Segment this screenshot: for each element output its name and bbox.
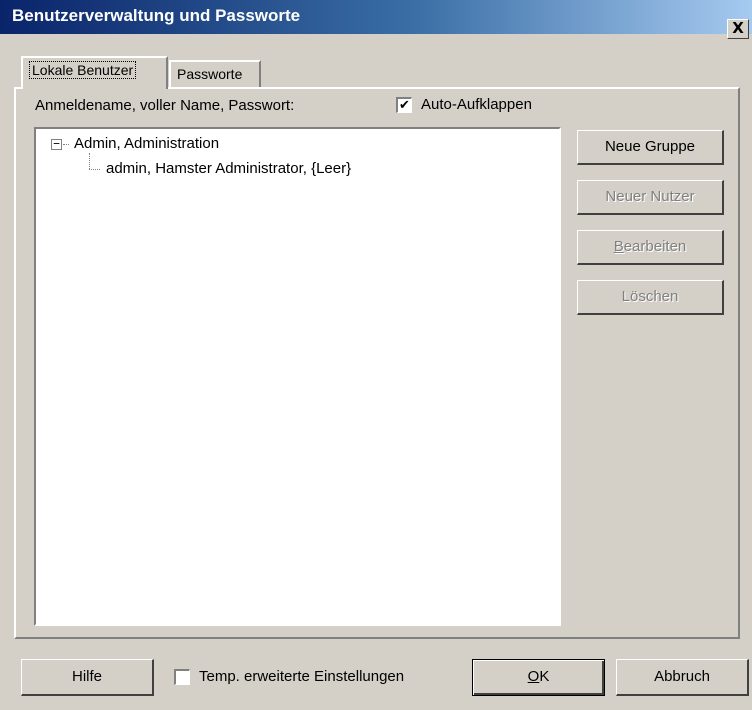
ok-button[interactable]: OK bbox=[472, 659, 605, 696]
tree-node-user[interactable]: admin, Hamster Administrator, {Leer} bbox=[106, 160, 351, 177]
temp-settings-checkbox[interactable] bbox=[174, 669, 190, 685]
cancel-button[interactable]: Abbruch bbox=[616, 659, 749, 696]
tree-node-group[interactable]: Admin, Administration bbox=[74, 135, 219, 152]
ok-mnemonic: O bbox=[527, 668, 540, 685]
delete-button[interactable]: Löschen bbox=[577, 280, 724, 315]
tree-connector bbox=[89, 153, 90, 169]
column-label: Anmeldename, voller Name, Passwort: bbox=[35, 97, 295, 114]
close-button[interactable]: X bbox=[727, 19, 749, 39]
tree-connector bbox=[63, 144, 69, 145]
help-button[interactable]: Hilfe bbox=[21, 659, 154, 696]
ok-label: K bbox=[539, 668, 550, 685]
title-bar: Benutzerverwaltung und Passworte bbox=[0, 0, 752, 34]
edit-button[interactable]: Bearbeiten bbox=[577, 230, 724, 265]
tab-passworte-label: Passworte bbox=[177, 66, 243, 82]
user-tree[interactable] bbox=[34, 127, 561, 626]
auto-expand-checkbox[interactable]: ✔ bbox=[396, 97, 412, 113]
collapse-icon[interactable]: − bbox=[51, 137, 62, 150]
tree-connector bbox=[89, 169, 100, 170]
new-group-button[interactable]: Neue Gruppe bbox=[577, 130, 724, 165]
edit-label: earbeiten bbox=[623, 238, 687, 255]
tab-lokale-benutzer[interactable]: Lokale Benutzer bbox=[21, 56, 168, 89]
minus-icon: − bbox=[53, 137, 60, 150]
temp-settings-label[interactable]: Temp. erweiterte Einstellungen bbox=[199, 668, 404, 685]
edit-mnemonic: B bbox=[613, 238, 624, 255]
close-icon: X bbox=[732, 19, 744, 37]
checkmark-icon: ✔ bbox=[399, 98, 410, 113]
tab-passworte[interactable]: Passworte bbox=[169, 60, 261, 89]
tab-lokale-benutzer-label: Lokale Benutzer bbox=[29, 61, 137, 79]
auto-expand-label[interactable]: Auto-Aufklappen bbox=[421, 96, 532, 113]
new-user-button[interactable]: Neuer Nutzer bbox=[577, 180, 724, 215]
window-title: Benutzerverwaltung und Passworte bbox=[12, 6, 301, 25]
